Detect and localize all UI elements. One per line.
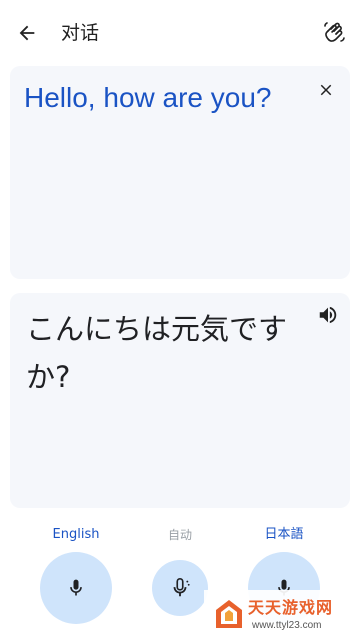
wave-button[interactable] <box>320 19 348 47</box>
speaker-icon <box>319 306 337 324</box>
app-bar: 对话 <box>0 0 360 66</box>
speaker-button[interactable] <box>316 303 340 327</box>
page-title: 对话 <box>61 22 100 44</box>
lang-auto-label[interactable]: 自动 <box>140 527 220 543</box>
back-button[interactable] <box>14 20 40 46</box>
mic-auto-button[interactable] <box>152 560 208 616</box>
source-card: Hello, how are you? <box>10 66 350 279</box>
target-card: こんにちは元気ですか? <box>10 293 350 508</box>
site-watermark: 天天游戏网 www.ttyl23.com <box>204 590 360 640</box>
clear-button[interactable] <box>314 78 338 102</box>
microphone-auto-icon <box>173 578 190 597</box>
microphone-icon <box>70 579 82 596</box>
mic-english-button[interactable] <box>40 552 112 624</box>
arrow-left-icon <box>19 25 35 41</box>
watermark-url: www.ttyl23.com <box>252 620 322 631</box>
house-logo-icon <box>216 600 242 628</box>
translated-text: こんにちは元気ですか? <box>26 312 288 394</box>
lang-japanese-label[interactable]: 日本語 <box>244 527 324 543</box>
waving-hand-icon <box>324 22 345 42</box>
close-icon <box>320 84 332 96</box>
source-text[interactable]: Hello, how are you? <box>24 79 294 116</box>
watermark-title: 天天游戏网 <box>248 598 334 617</box>
lang-english-label[interactable]: English <box>36 527 116 543</box>
